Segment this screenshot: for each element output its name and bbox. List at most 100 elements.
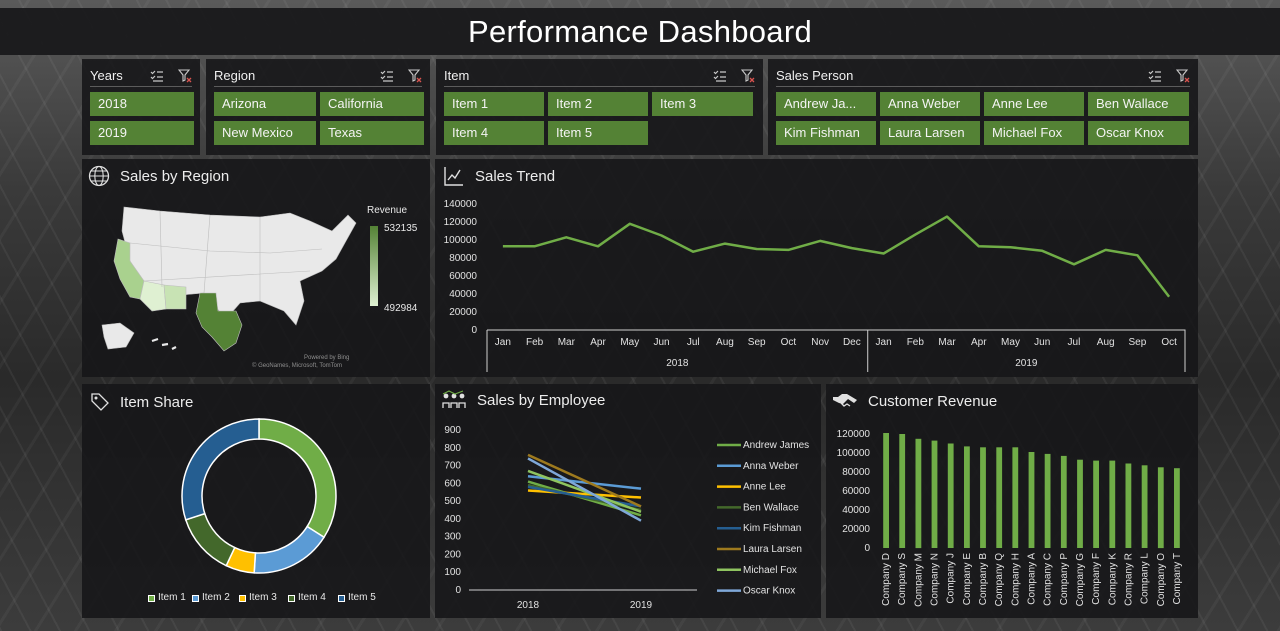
- sales-by-employee-legend-label: Andrew James: [743, 440, 809, 451]
- sales-trend-xtick: Sep: [1129, 337, 1147, 348]
- customer-revenue-bar[interactable]: [1174, 468, 1180, 548]
- item-share-header: Item Share: [90, 392, 193, 412]
- clear-filter-icon[interactable]: [408, 68, 422, 83]
- slicer-item-andrew-james[interactable]: Andrew Ja...: [776, 92, 876, 116]
- sales-trend-ytick: 100000: [444, 235, 478, 246]
- multi-select-icon[interactable]: [380, 69, 394, 83]
- customer-revenue-bar[interactable]: [1044, 453, 1051, 548]
- slicer-item-item-5[interactable]: Item 5: [548, 121, 648, 145]
- sales-by-employee-legend-label: Ben Wallace: [743, 502, 799, 513]
- customer-revenue-bar[interactable]: [1141, 465, 1148, 548]
- slicer-years-title: Years: [90, 68, 123, 83]
- us-map[interactable]: [100, 201, 362, 361]
- sales-trend-xtick: Apr: [971, 337, 987, 348]
- sales-trend-ytick: 60000: [449, 271, 477, 282]
- sales-by-employee-legend-label: Laura Larsen: [743, 544, 802, 555]
- sales-trend-xtick: Oct: [1161, 337, 1177, 348]
- customer-revenue-bar[interactable]: [947, 443, 954, 549]
- customer-revenue-bar[interactable]: [1125, 463, 1132, 549]
- sales-by-region-title: Sales by Region: [120, 167, 230, 185]
- item-share-legend-label: Item 5: [348, 592, 376, 603]
- customer-revenue-bar[interactable]: [980, 447, 986, 548]
- clear-filter-icon[interactable]: [1176, 68, 1190, 83]
- slicer-item-anna-weber[interactable]: Anna Weber: [880, 92, 980, 116]
- multi-select-icon[interactable]: [713, 69, 727, 83]
- customer-revenue-xtick: Company M: [913, 553, 924, 607]
- item-share-slice[interactable]: [258, 418, 337, 539]
- slicer-item-michael-fox[interactable]: Michael Fox: [984, 121, 1084, 145]
- customer-revenue-bar[interactable]: [1060, 455, 1067, 548]
- customer-revenue-xtick: Company J: [946, 553, 957, 604]
- item-share-legend-label: Item 4: [298, 592, 326, 603]
- slicer-item-kim-fishman[interactable]: Kim Fishman: [776, 121, 876, 145]
- slicer-item-item-4[interactable]: Item 4: [444, 121, 544, 145]
- slicer-region-title: Region: [214, 68, 256, 83]
- revenue-legend-min: 492984: [384, 303, 418, 314]
- customer-revenue-xtick: Company R: [1123, 553, 1134, 606]
- title-bar: Performance Dashboard: [0, 8, 1280, 55]
- item-share-slice[interactable]: [181, 418, 260, 521]
- handshake-icon: [833, 394, 857, 407]
- customer-revenue-bar[interactable]: [1028, 452, 1035, 548]
- slicer-item-item-2[interactable]: Item 2: [548, 92, 648, 116]
- multi-select-icon[interactable]: [150, 69, 164, 83]
- customer-revenue-bar[interactable]: [1077, 459, 1083, 548]
- slicer-item-california[interactable]: California: [320, 92, 424, 116]
- slicer-item-new-mexico[interactable]: New Mexico: [214, 121, 316, 145]
- sales-by-employee-legend-label: Oscar Knox: [743, 586, 795, 597]
- sales-trend-xtick: May: [620, 337, 639, 348]
- item-share-chart[interactable]: [82, 410, 430, 586]
- sales-trend-ytick: 120000: [444, 217, 478, 228]
- slicer-item-item-3[interactable]: Item 3: [652, 92, 753, 116]
- customer-revenue-bar[interactable]: [1157, 467, 1164, 549]
- customer-revenue-bar[interactable]: [1012, 447, 1019, 548]
- customer-revenue-bar[interactable]: [915, 438, 922, 549]
- customer-revenue-bar[interactable]: [899, 434, 906, 548]
- sales-by-employee-title: Sales by Employee: [477, 391, 606, 409]
- customer-revenue-xtick: Company L: [1140, 553, 1151, 605]
- slicer-item-anne-lee[interactable]: Anne Lee: [984, 92, 1084, 116]
- sales-by-employee-ytick: 400: [444, 514, 461, 525]
- sales-trend-ytick: 80000: [449, 253, 477, 264]
- customer-revenue-ytick: 80000: [842, 467, 870, 478]
- customer-revenue-bar[interactable]: [883, 433, 889, 548]
- item-share-legend-swatch: [148, 595, 155, 602]
- map-credit-line2: © GeoNames, Microsoft, TomTom: [252, 363, 342, 369]
- item-share-slice[interactable]: [184, 512, 236, 567]
- slicer-item-arizona[interactable]: Arizona: [214, 92, 316, 116]
- sales-trend-ytick: 40000: [449, 289, 477, 300]
- sales-by-employee-xtick: 2019: [630, 600, 653, 611]
- slicer-item-laura-larsen[interactable]: Laura Larsen: [880, 121, 980, 145]
- sales-trend-xtick: Jun: [1034, 337, 1050, 348]
- sales-trend-xtick: Jul: [687, 337, 700, 348]
- sales-by-employee-legend-label: Michael Fox: [743, 565, 797, 576]
- sales-trend-chart[interactable]: 0 20000 40000 60000 80000 100000 120000 140000 J…: [435, 194, 1198, 374]
- sales-trend-xtick: Feb: [907, 337, 925, 348]
- sales-trend-line[interactable]: [502, 215, 1171, 298]
- customer-revenue-bar[interactable]: [964, 446, 970, 548]
- sales-by-employee-chart[interactable]: 0 100 200 300 400 500 600 700 800 900 2018 2019 Andr…: [435, 414, 821, 614]
- slicer-item-texas[interactable]: Texas: [320, 121, 424, 145]
- slicer-item-2018[interactable]: 2018: [90, 92, 194, 116]
- item-share-slice[interactable]: [253, 525, 326, 574]
- sales-by-employee-legend-label: Kim Fishman: [743, 523, 801, 534]
- sales-trend-xtick: Jun: [653, 337, 669, 348]
- customer-revenue-chart[interactable]: 0 20000 40000 60000 80000 100000 120000 Company…: [826, 414, 1198, 616]
- sales-trend-year-label: 2019: [1015, 358, 1038, 369]
- customer-revenue-xtick: Company P: [1059, 553, 1070, 606]
- customer-revenue-bar[interactable]: [931, 440, 938, 548]
- customer-revenue-header: Customer Revenue: [832, 392, 997, 410]
- customer-revenue-bar[interactable]: [1093, 460, 1099, 548]
- clear-filter-icon[interactable]: [741, 68, 755, 83]
- sales-by-employee-panel: Sales by Employee 0 100 200 300 400 500 600 700…: [435, 384, 821, 618]
- slicer-sales-person-title: Sales Person: [776, 68, 854, 83]
- clear-filter-icon[interactable]: [178, 68, 192, 83]
- slicer-item-oscar-knox[interactable]: Oscar Knox: [1088, 121, 1189, 145]
- slicer-item-item-1[interactable]: Item 1: [444, 92, 544, 116]
- multi-select-icon[interactable]: [1148, 69, 1162, 83]
- customer-revenue-ytick: 100000: [837, 448, 871, 459]
- slicer-item-ben-wallace[interactable]: Ben Wallace: [1088, 92, 1189, 116]
- customer-revenue-bar[interactable]: [1109, 460, 1116, 548]
- customer-revenue-bar[interactable]: [996, 447, 1003, 548]
- slicer-item-2019[interactable]: 2019: [90, 121, 194, 145]
